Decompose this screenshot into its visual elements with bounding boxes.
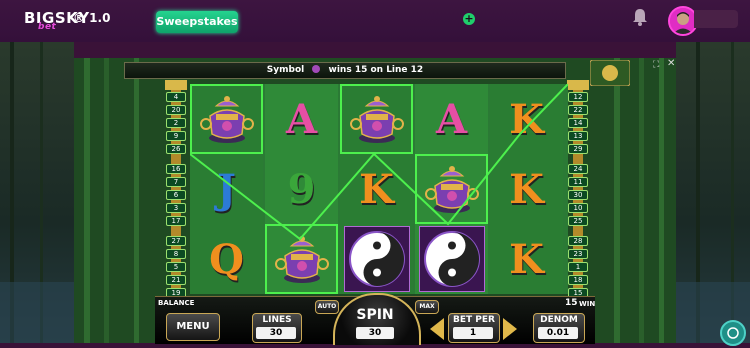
left-line-number: 5 [166, 262, 186, 272]
right-line-number: 25 [568, 216, 588, 226]
left-line-number: 3 [166, 203, 186, 213]
chat-icon[interactable] [720, 320, 746, 346]
left-line-number: 27 [166, 236, 186, 246]
user-menu-box[interactable] [694, 10, 738, 28]
right-line-number: 14 [568, 118, 588, 128]
right-background [676, 42, 750, 343]
right-line-number: 30 [568, 190, 588, 200]
win-message-bar: Symbol wins 15 on Line 12 [124, 62, 566, 79]
bet-per-value: 1 [453, 327, 493, 339]
close-icon[interactable]: ✕ [667, 58, 675, 69]
lines-value: 30 [256, 327, 296, 339]
right-line-number: 22 [568, 105, 588, 115]
left-line-number: 2 [166, 118, 186, 128]
denom-value: 0.01 [538, 327, 578, 339]
left-line-number: 26 [166, 144, 186, 154]
bet-increase-arrow-icon[interactable] [503, 318, 517, 340]
game-logo-icon [590, 60, 630, 86]
right-line-number: 1 [568, 262, 588, 272]
right-line-number: 18 [568, 275, 588, 285]
right-line-number: 24 [568, 164, 588, 174]
chat-bubble-icon [727, 327, 739, 339]
add-credit-icon[interactable]: + [463, 13, 475, 25]
bet-per-label: BET PER [453, 315, 495, 325]
left-line-numbers: 4 20 2 9 26 16 7 6 3 17 27 8 5 21 19 [166, 92, 186, 301]
left-line-number: 20 [166, 105, 186, 115]
version-label: ® 1.0 [73, 11, 111, 25]
lines-label: LINES [262, 315, 292, 325]
right-line-number: 11 [568, 177, 588, 187]
left-line-number: 16 [166, 164, 186, 174]
bamboo-right-decoration [676, 42, 750, 343]
win-message-suffix: wins 15 on Line 12 [328, 65, 424, 75]
right-line-number: 28 [568, 236, 588, 246]
fullscreen-icon[interactable]: ⛶ [653, 60, 659, 70]
bell-icon[interactable] [632, 8, 648, 26]
right-line-number: 10 [568, 203, 588, 213]
right-line-number: 13 [568, 131, 588, 141]
left-background [0, 42, 74, 343]
win-value: 15 [565, 298, 578, 308]
denom-label: DENOM [540, 315, 578, 325]
win-message-prefix: Symbol [266, 65, 305, 75]
bet-decrease-arrow-icon[interactable] [430, 318, 444, 340]
right-line-number: 12 [568, 92, 588, 102]
left-line-number: 17 [166, 216, 186, 226]
right-line-number: 29 [568, 144, 588, 154]
auto-button[interactable]: AUTO [315, 300, 339, 314]
left-line-number: 21 [166, 275, 186, 285]
left-line-number: 8 [166, 249, 186, 259]
top-bar: BIGSKY bet ® 1.0 Sweepstakes + [0, 0, 750, 42]
left-line-number: 6 [166, 190, 186, 200]
spin-label: SPIN [356, 307, 394, 323]
sweepstakes-button[interactable]: Sweepstakes [156, 11, 238, 33]
bamboo-left-decoration [0, 42, 74, 343]
balance-label: BALANCE [158, 299, 195, 307]
spin-value: 30 [356, 327, 394, 339]
max-button[interactable]: MAX [415, 300, 439, 314]
left-line-number: 4 [166, 92, 186, 102]
win-label: WIN [579, 300, 596, 308]
left-line-number: 9 [166, 131, 186, 141]
left-line-number: 7 [166, 177, 186, 187]
win-line [190, 84, 568, 241]
avatar-face-icon [670, 8, 696, 34]
teapot-symbol-icon [312, 65, 321, 73]
right-line-number: 23 [568, 249, 588, 259]
logo-sub: bet [38, 22, 57, 32]
menu-button[interactable]: MENU [166, 313, 220, 341]
right-line-numbers: 12 22 14 13 29 24 11 30 10 25 28 23 1 18 15 [568, 92, 588, 301]
